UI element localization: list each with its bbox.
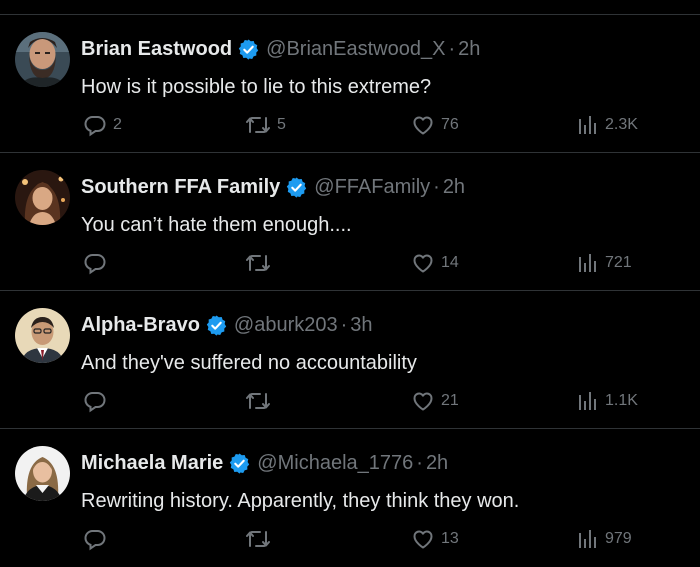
- author-handle[interactable]: @Michaela_1776: [257, 452, 413, 475]
- retweet-button[interactable]: 5: [245, 110, 286, 140]
- tweet[interactable]: Alpha-Bravo @aburk203 · 3h And they've s…: [0, 291, 700, 429]
- author-handle[interactable]: @FFAFamily: [314, 176, 430, 199]
- views-button[interactable]: 721: [577, 248, 632, 278]
- author-handle[interactable]: @aburk203: [234, 314, 338, 337]
- author-name[interactable]: Alpha-Bravo: [81, 314, 200, 337]
- view-count: 1.1K: [605, 392, 638, 409]
- tweet-time[interactable]: 3h: [350, 314, 372, 337]
- tweet[interactable]: Southern FFA Family @FFAFamily · 2h You …: [0, 153, 700, 291]
- retweet-icon: [246, 255, 270, 271]
- author-handle[interactable]: @BrianEastwood_X: [266, 38, 445, 61]
- like-count: 76: [441, 116, 459, 133]
- tweet-actions: 13 979: [0, 524, 700, 554]
- tweet-text: Rewriting history. Apparently, they thin…: [81, 490, 520, 512]
- woman-long-hair-avatar: [15, 170, 70, 225]
- reply-button[interactable]: 2: [83, 110, 122, 140]
- separator-dot: ·: [433, 175, 440, 198]
- avatar[interactable]: [15, 32, 70, 87]
- tweet-time[interactable]: 2h: [458, 38, 480, 61]
- heart-icon: [413, 392, 433, 411]
- verified-badge-icon: [206, 314, 227, 336]
- woman-blonde-avatar: [15, 446, 70, 501]
- reply-button[interactable]: [83, 386, 113, 416]
- verified-badge-icon: [238, 38, 259, 60]
- man-in-suit-avatar: [15, 308, 70, 363]
- views-button[interactable]: 979: [577, 524, 632, 554]
- tweet-header: Michaela Marie @Michaela_1776 · 2h: [81, 449, 448, 477]
- avatar[interactable]: [15, 170, 70, 225]
- retweet-icon: [246, 393, 270, 409]
- like-count: 14: [441, 254, 459, 271]
- retweet-button[interactable]: [245, 386, 277, 416]
- reply-button[interactable]: [83, 248, 113, 278]
- separator-dot: ·: [340, 313, 348, 336]
- separator-dot: ·: [416, 451, 423, 474]
- like-count: 21: [441, 392, 459, 409]
- reply-icon: [84, 254, 106, 275]
- views-button[interactable]: 1.1K: [577, 386, 638, 416]
- timeline-feed: Brian Eastwood @BrianEastwood_X · 2h How…: [0, 0, 700, 566]
- tweet-header: Southern FFA Family @FFAFamily · 2h: [81, 173, 465, 201]
- views-button[interactable]: 2.3K: [577, 110, 638, 140]
- tweet-actions: 2 5 76 2.3K: [0, 110, 700, 140]
- views-bar-chart-icon: [579, 392, 596, 410]
- views-bar-chart-icon: [579, 116, 596, 134]
- views-bar-chart-icon: [579, 530, 596, 548]
- view-count: 2.3K: [605, 116, 638, 133]
- retweet-count: 5: [277, 116, 286, 133]
- like-button[interactable]: 21: [411, 386, 459, 416]
- tweet-actions: 14 721: [0, 248, 700, 278]
- avatar[interactable]: [15, 308, 70, 363]
- tweet-text: And they've suffered no accountability: [81, 352, 417, 374]
- reply-button[interactable]: [83, 524, 113, 554]
- like-count: 13: [441, 530, 459, 547]
- tweet[interactable]: Michaela Marie @Michaela_1776 · 2h Rewri…: [0, 429, 700, 567]
- verified-badge-icon: [287, 176, 307, 198]
- heart-icon: [413, 530, 433, 549]
- tweet-text: You can’t hate them enough....: [81, 214, 352, 236]
- retweet-icon: [246, 117, 270, 133]
- author-name[interactable]: Michaela Marie: [81, 452, 223, 475]
- tweet-time[interactable]: 2h: [426, 452, 448, 475]
- separator-dot: ·: [448, 37, 456, 60]
- author-name[interactable]: Southern FFA Family: [81, 176, 280, 199]
- tweet-time[interactable]: 2h: [443, 176, 465, 199]
- tweet-actions: 21 1.1K: [0, 386, 700, 416]
- retweet-button[interactable]: [245, 524, 277, 554]
- author-name[interactable]: Brian Eastwood: [81, 38, 232, 61]
- heart-icon: [413, 254, 433, 273]
- reply-icon: [84, 116, 106, 137]
- tweet-header: Alpha-Bravo @aburk203 · 3h: [81, 311, 373, 339]
- tweet[interactable]: Brian Eastwood @BrianEastwood_X · 2h How…: [0, 15, 700, 153]
- verified-badge-icon: [230, 452, 250, 474]
- like-button[interactable]: 14: [411, 248, 459, 278]
- tweet-text: How is it possible to lie to this extrem…: [81, 76, 432, 98]
- heart-icon: [413, 116, 433, 135]
- avatar[interactable]: [15, 446, 70, 501]
- retweet-icon: [246, 531, 270, 547]
- bearded-man-avatar: [15, 32, 70, 87]
- view-count: 721: [605, 254, 632, 271]
- retweet-button[interactable]: [245, 248, 277, 278]
- like-button[interactable]: 13: [411, 524, 459, 554]
- views-bar-chart-icon: [579, 254, 596, 272]
- reply-icon: [84, 530, 106, 551]
- view-count: 979: [605, 530, 632, 547]
- reply-count: 2: [113, 116, 122, 133]
- reply-icon: [84, 392, 106, 413]
- tweet-header: Brian Eastwood @BrianEastwood_X · 2h: [81, 35, 480, 63]
- like-button[interactable]: 76: [411, 110, 459, 140]
